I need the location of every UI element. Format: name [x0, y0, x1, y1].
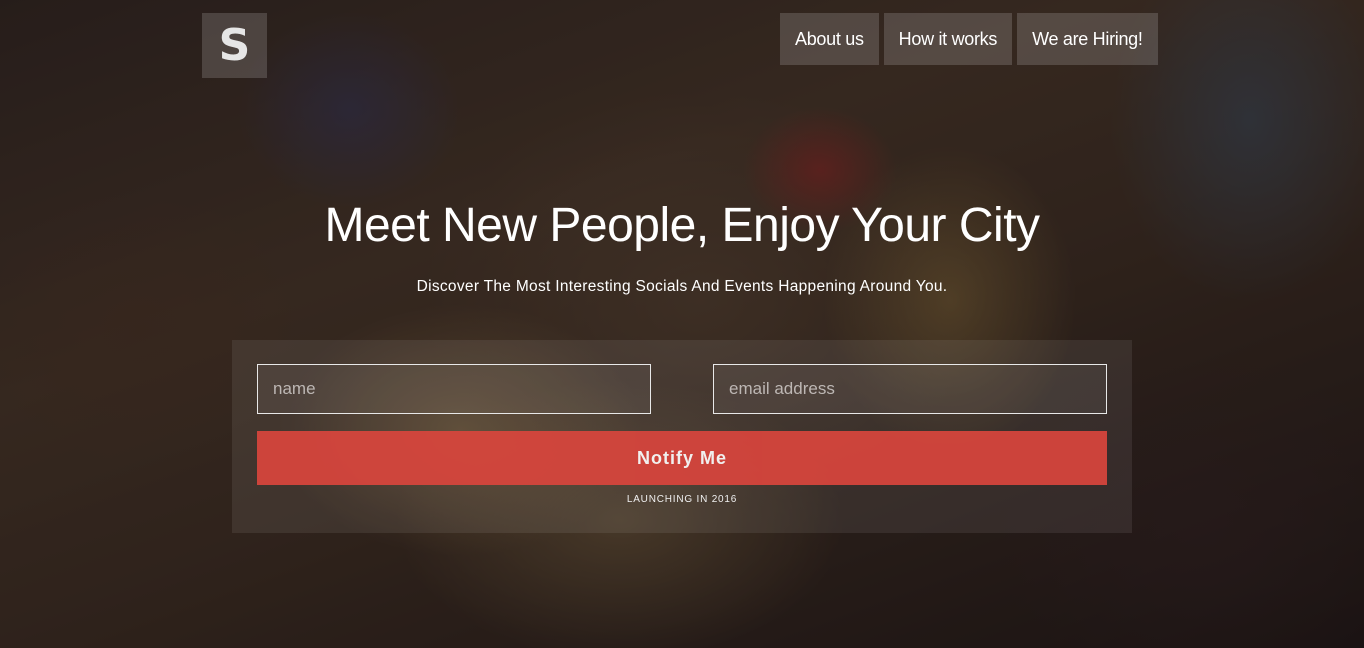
- nav-item-hiring[interactable]: We are Hiring!: [1017, 13, 1158, 65]
- hero-subtitle: Discover The Most Interesting Socials An…: [416, 278, 948, 295]
- nav-item-about-us[interactable]: About us: [780, 13, 879, 65]
- signup-form: Notify Me LAUNCHING IN 2016: [232, 340, 1132, 533]
- hero-title: Meet New People, Enjoy Your City: [324, 199, 1040, 252]
- background-overlay: [0, 0, 1364, 648]
- launch-note: LAUNCHING IN 2016: [626, 494, 738, 505]
- top-nav: About us How it works We are Hiring!: [780, 13, 1158, 65]
- nav-item-how-it-works[interactable]: How it works: [883, 13, 1013, 65]
- logo-letter: S: [218, 19, 251, 71]
- name-input[interactable]: [257, 364, 651, 414]
- email-input[interactable]: [713, 364, 1107, 414]
- notify-me-button[interactable]: Notify Me: [257, 431, 1107, 485]
- landing-page: S About us How it works We are Hiring! M…: [0, 0, 1364, 648]
- logo[interactable]: S: [202, 13, 267, 78]
